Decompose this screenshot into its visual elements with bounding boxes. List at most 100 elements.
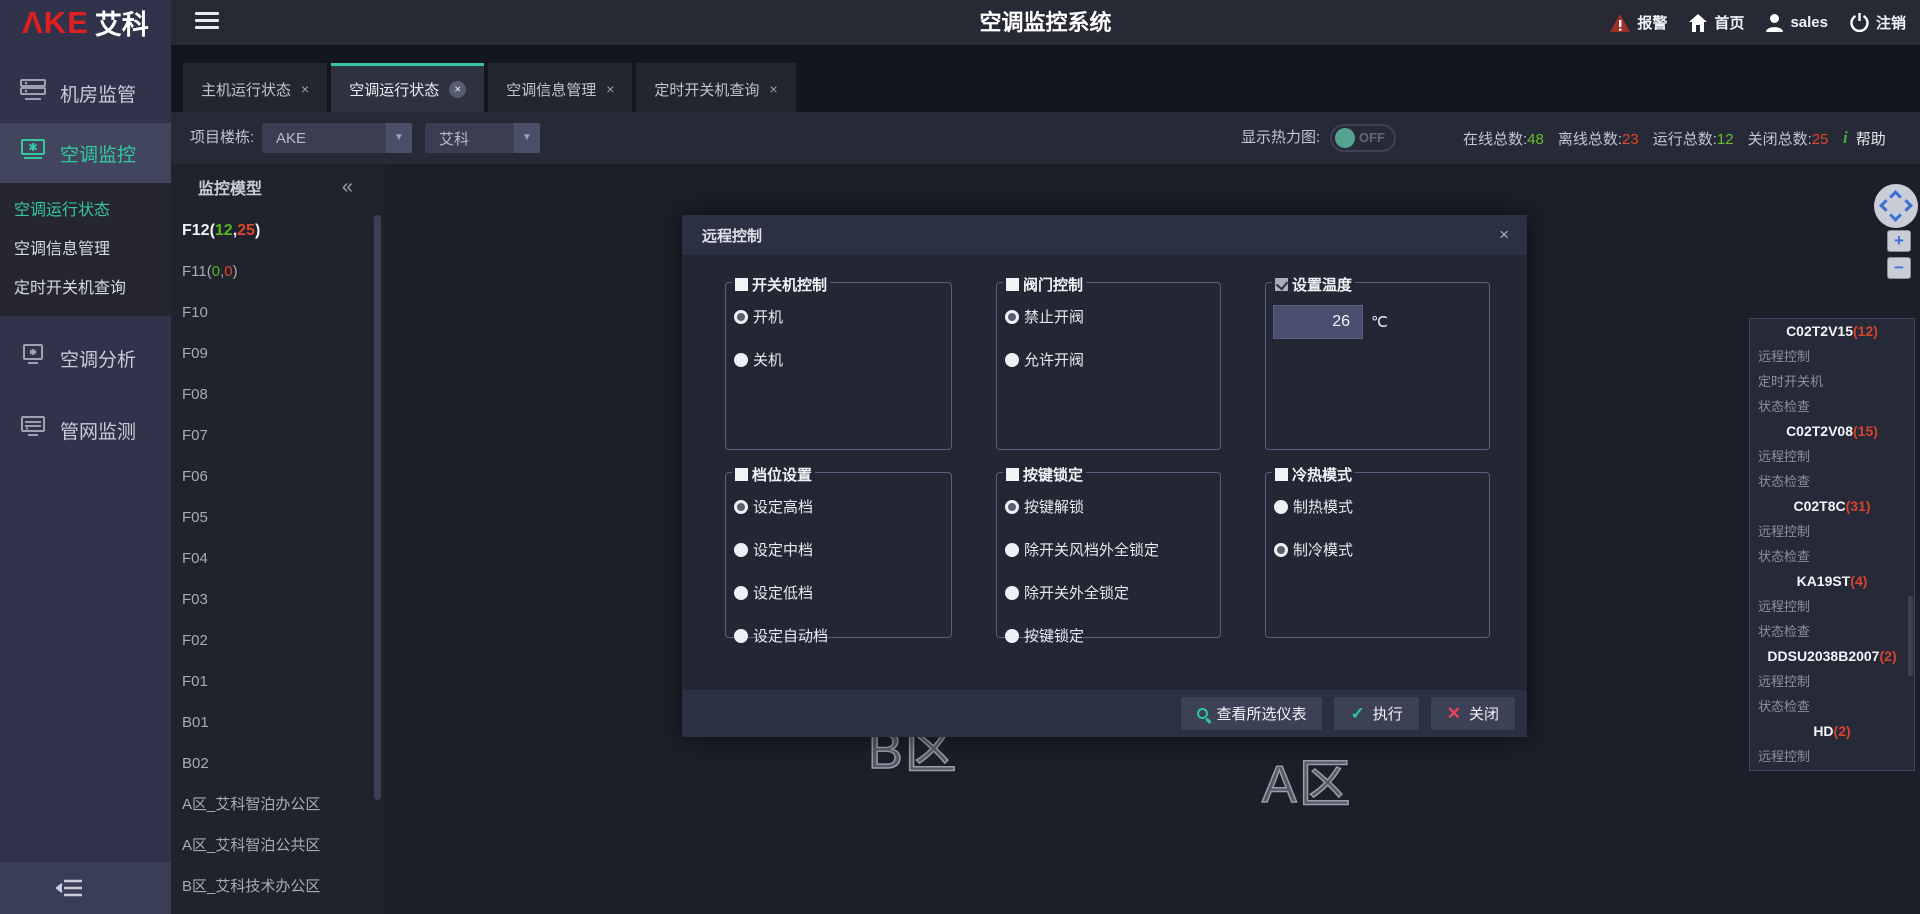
radio-key-unlock[interactable]: 按键解锁 [997,485,1220,528]
tab-close-icon[interactable]: × [606,82,614,96]
radio-icon[interactable] [734,500,748,514]
temperature-input[interactable] [1273,305,1363,339]
device-action-remote[interactable]: 远程控制 [1750,519,1914,544]
tab-ac-run-status[interactable]: 空调运行状态 × [331,63,484,112]
sidebar-subitem-ac-info[interactable]: 空调信息管理 [0,230,171,269]
dialog-close-icon[interactable]: × [1499,225,1527,245]
tab-close-icon[interactable]: × [301,82,309,96]
fan-speed-checkbox[interactable] [735,468,748,481]
map-pan-control[interactable] [1874,184,1918,228]
device-action-status[interactable]: 状态检查 [1750,469,1914,494]
radio-valve-forbid[interactable]: 禁止开阀 [997,295,1220,338]
device-action-remote[interactable]: 远程控制 [1750,669,1914,694]
device-action-remote[interactable]: 远程控制 [1750,744,1914,769]
tab-ac-info[interactable]: 空调信息管理 × [488,63,632,112]
logout-button[interactable]: 注销 [1850,12,1906,33]
floor-item-zone-b-tech[interactable]: B区_艾科技术办公区 [171,866,385,907]
user-menu[interactable]: sales [1766,14,1828,32]
sidebar-subitem-timer-query[interactable]: 定时开关机查询 [0,269,171,308]
radio-icon[interactable] [1274,543,1288,557]
pan-up-icon[interactable] [1889,190,1902,203]
radio-icon[interactable] [734,310,748,324]
radio-icon[interactable] [734,586,748,600]
power-control-checkbox[interactable] [735,278,748,291]
device-action-remote[interactable]: 远程控制 [1750,594,1914,619]
radio-heat-mode[interactable]: 制热模式 [1266,485,1489,528]
device-action-remote[interactable]: 远程控制 [1750,444,1914,469]
help-button[interactable]: i 帮助 [1843,112,1886,164]
floor-item-f04[interactable]: F04 [171,538,385,579]
radio-power-on[interactable]: 开机 [726,295,951,338]
radio-lock-except-switch-fan[interactable]: 除开关风档外全锁定 [997,528,1220,571]
radio-icon[interactable] [1005,353,1019,367]
floor-item-f12[interactable]: F12(12,25) [171,210,385,251]
radio-icon[interactable] [1005,629,1019,643]
radio-icon[interactable] [734,353,748,367]
radio-speed-high[interactable]: 设定高档 [726,485,951,528]
tab-timer-query[interactable]: 定时开关机查询 × [636,63,795,112]
radio-cool-mode[interactable]: 制冷模式 [1266,528,1489,571]
heatmap-toggle[interactable]: OFF [1330,124,1396,152]
radio-valve-allow[interactable]: 允许开阀 [997,338,1220,381]
device-action-status[interactable]: 状态检查 [1750,544,1914,569]
device-action-remote[interactable]: 远程控制 [1750,344,1914,369]
key-lock-checkbox[interactable] [1006,468,1019,481]
radio-icon[interactable] [1005,586,1019,600]
floor-item-f06[interactable]: F06 [171,456,385,497]
collapse-panel-icon[interactable]: « [342,176,385,199]
device-panel-scrollbar[interactable] [1908,596,1913,676]
view-selected-meters-button[interactable]: 查看所选仪表 [1181,697,1322,730]
radio-speed-mid[interactable]: 设定中档 [726,528,951,571]
radio-lock-except-switch[interactable]: 除开关外全锁定 [997,571,1220,614]
radio-icon[interactable] [1274,500,1288,514]
device-action-timer[interactable]: 定时开关机 [1750,369,1914,394]
alarm-button[interactable]: 报警 [1610,12,1667,33]
floor-item-zone-a-public[interactable]: A区_艾科智泊公共区 [171,825,385,866]
radio-speed-low[interactable]: 设定低档 [726,571,951,614]
floor-panel-scrollbar[interactable] [374,215,381,800]
floor-item-zone-a-office[interactable]: A区_艾科智泊办公区 [171,784,385,825]
floor-item-f07[interactable]: F07 [171,415,385,456]
floor-item-b01[interactable]: B01 [171,702,385,743]
pan-right-icon[interactable] [1900,199,1913,212]
valve-control-checkbox[interactable] [1006,278,1019,291]
zoom-in-button[interactable]: + [1887,230,1911,252]
device-action-status[interactable]: 状态检查 [1750,694,1914,719]
sidebar-item-pipe-network[interactable]: 管网监测 [0,400,171,460]
radio-icon[interactable] [734,629,748,643]
radio-icon[interactable] [734,543,748,557]
radio-key-lock[interactable]: 按键锁定 [997,614,1220,657]
floor-item-f11[interactable]: F11(0,0) [171,251,385,292]
close-button[interactable]: ✕ 关闭 [1431,697,1515,730]
project-select[interactable]: 艾科 ▼ [425,123,540,153]
radio-speed-auto[interactable]: 设定自动档 [726,614,951,657]
building-select[interactable]: AKE ▼ [262,123,412,153]
execute-button[interactable]: ✓ 执行 [1334,697,1418,730]
floor-item-f02[interactable]: F02 [171,620,385,661]
tab-close-icon[interactable]: × [769,82,777,96]
sidebar-item-ac-monitoring[interactable]: 空调监控 [0,123,171,183]
pan-down-icon[interactable] [1889,209,1902,222]
device-action-status[interactable]: 状态检查 [1750,394,1914,419]
collapse-sidebar-icon[interactable] [56,878,84,898]
sidebar-item-ac-analysis[interactable]: 空调分析 [0,328,171,388]
home-button[interactable]: 首页 [1689,12,1744,33]
floor-item-b02[interactable]: B02 [171,743,385,784]
radio-icon[interactable] [1005,310,1019,324]
sidebar-subitem-ac-run-status[interactable]: 空调运行状态 [0,191,171,230]
pan-left-icon[interactable] [1879,199,1892,212]
floor-item-f10[interactable]: F10 [171,292,385,333]
floor-item-f08[interactable]: F08 [171,374,385,415]
floor-item-f09[interactable]: F09 [171,333,385,374]
floor-item-f01[interactable]: F01 [171,661,385,702]
tab-close-icon[interactable]: × [449,81,466,98]
device-action-status[interactable]: 状态检查 [1750,619,1914,644]
zoom-out-button[interactable]: − [1887,257,1911,279]
radio-icon[interactable] [1005,543,1019,557]
mode-checkbox[interactable] [1275,468,1288,481]
sidebar-item-machine-room[interactable]: 机房监管 [0,63,171,123]
floor-item-f03[interactable]: F03 [171,579,385,620]
radio-icon[interactable] [1005,500,1019,514]
set-temperature-checkbox[interactable] [1275,278,1288,291]
radio-power-off[interactable]: 关机 [726,338,951,381]
